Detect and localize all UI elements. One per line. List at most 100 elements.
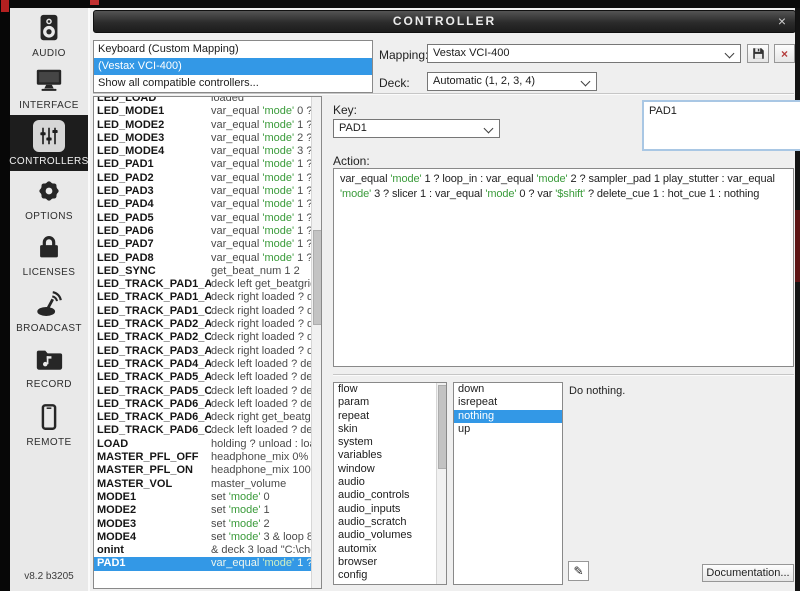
delete-x-icon: × <box>781 47 788 61</box>
key-row[interactable]: MODE1set 'mode' 0 <box>94 491 321 504</box>
key-row[interactable]: LED_TRACK_PAD2_C_Rdeck right loaded ? de <box>94 331 321 344</box>
scrollbar-thumb[interactable] <box>313 230 322 325</box>
sidebar-item-controllers[interactable]: CONTROLLERS <box>10 115 88 171</box>
script-verb-item[interactable]: isrepeat <box>454 396 562 409</box>
key-row[interactable]: LED_MODE3var_equal 'mode' 2 ? o <box>94 132 321 145</box>
key-row[interactable]: LED_LOADloaded <box>94 96 321 105</box>
script-verb-item[interactable]: nothing <box>454 410 562 423</box>
script-category-item[interactable]: window <box>334 463 446 476</box>
controller-listbox[interactable]: Keyboard (Custom Mapping)(Vestax VCI-400… <box>93 40 373 93</box>
background-app-accent <box>90 0 99 5</box>
script-category-item[interactable]: audio <box>334 476 446 489</box>
script-category-item[interactable]: flow <box>334 383 446 396</box>
key-row[interactable]: LED_TRACK_PAD4_A_Ldeck left loaded ? dec… <box>94 358 321 371</box>
key-row[interactable]: MODE3set 'mode' 2 <box>94 518 321 531</box>
key-mapping-list[interactable]: LED_LOADloadedLED_MODE1var_equal 'mode' … <box>93 96 322 589</box>
key-row[interactable]: LED_TRACK_PAD1_C_Rdeck right loaded ? de <box>94 305 321 318</box>
key-row[interactable]: LED_MODE1var_equal 'mode' 0 ? o <box>94 105 321 118</box>
category-list-scrollbar[interactable] <box>436 383 446 584</box>
edit-button[interactable]: ✎ <box>568 561 589 581</box>
sidebar-item-options[interactable]: OPTIONS <box>10 176 88 222</box>
separator <box>333 374 794 376</box>
delete-mapping-button[interactable]: × <box>774 44 795 63</box>
mixer-sliders-icon <box>37 124 61 148</box>
deck-dropdown[interactable]: Automatic (1, 2, 3, 4) <box>427 72 597 91</box>
sidebar-item-remote[interactable]: REMOTE <box>10 402 88 448</box>
key-row[interactable]: MODE4set 'mode' 3 & loop 8 <box>94 531 321 544</box>
key-row[interactable]: LED_PAD8var_equal 'mode' 1 ? lo <box>94 252 321 265</box>
sidebar-label: CONTROLLERS <box>9 156 88 167</box>
key-row[interactable]: LED_TRACK_PAD5_C_Ldeck left loaded ? dec… <box>94 385 321 398</box>
script-category-item[interactable]: param <box>334 396 446 409</box>
script-category-item[interactable]: config <box>334 569 446 582</box>
script-verb-item[interactable]: up <box>454 423 562 436</box>
key-row[interactable]: MODE2set 'mode' 1 <box>94 504 321 517</box>
mapping-dropdown[interactable]: Vestax VCI-400 <box>427 44 741 63</box>
script-category-item[interactable]: audio_scratch <box>334 516 446 529</box>
sidebar-item-broadcast[interactable]: BROADCAST <box>10 288 88 334</box>
script-category-item[interactable]: automix <box>334 543 446 556</box>
key-row[interactable]: LED_PAD6var_equal 'mode' 1 ? lo <box>94 225 321 238</box>
script-verb-list[interactable]: downisrepeatnothingup <box>453 382 563 585</box>
sidebar-label: RECORD <box>26 379 72 390</box>
key-row[interactable]: LED_TRACK_PAD1_A_Rdeck right loaded ? de <box>94 291 321 304</box>
scrollbar-thumb[interactable] <box>438 385 447 469</box>
key-row[interactable]: LED_TRACK_PAD6_A_Rdeck right get_beatgri… <box>94 411 321 424</box>
controller-list-item[interactable]: Keyboard (Custom Mapping) <box>94 41 372 58</box>
sidebar-label: OPTIONS <box>25 211 73 222</box>
key-row[interactable]: LED_TRACK_PAD2_A_Rdeck right loaded ? de <box>94 318 321 331</box>
key-row[interactable]: LED_MODE2var_equal 'mode' 1 ? o <box>94 119 321 132</box>
close-icon[interactable]: × <box>778 11 786 31</box>
script-category-list[interactable]: flowparamrepeatskinsystemvariableswindow… <box>333 382 447 585</box>
script-category-item[interactable]: skin <box>334 423 446 436</box>
verb-description: Do nothing. <box>569 385 789 397</box>
script-category-item[interactable]: audio_volumes <box>334 529 446 542</box>
save-icon <box>752 47 765 60</box>
settings-sidebar: AUDIO INTERFACE CO <box>10 8 90 591</box>
documentation-button[interactable]: Documentation... <box>702 564 794 582</box>
key-row[interactable]: LED_TRACK_PAD6_A_Ldeck left loaded ? dec… <box>94 398 321 411</box>
script-category-item[interactable]: system <box>334 436 446 449</box>
script-category-item[interactable]: browser <box>334 556 446 569</box>
sidebar-item-interface[interactable]: INTERFACE <box>10 65 88 111</box>
key-row[interactable]: LED_PAD1var_equal 'mode' 1 ? lo <box>94 158 321 171</box>
key-row[interactable]: LED_TRACK_PAD1_A_Ldeck left get_beatgrid… <box>94 278 321 291</box>
controller-list-item[interactable]: (Vestax VCI-400) <box>94 58 372 75</box>
key-row[interactable]: MASTER_PFL_OFFheadphone_mix 0% <box>94 451 321 464</box>
key-list-scrollbar[interactable] <box>311 97 321 588</box>
deck-label: Deck: <box>379 76 410 90</box>
key-row[interactable]: LED_SYNCget_beat_num 1 2 <box>94 265 321 278</box>
key-row[interactable]: LED_PAD5var_equal 'mode' 1 ? lo <box>94 212 321 225</box>
key-row[interactable]: LOADholding ? unload : load <box>94 438 321 451</box>
key-row[interactable]: onint& deck 3 load "C:\chea <box>94 544 321 557</box>
script-verb-item[interactable]: down <box>454 383 562 396</box>
key-learn-box[interactable]: PAD1 <box>642 100 800 151</box>
controller-list-item[interactable]: Show all compatible controllers... <box>94 75 372 92</box>
script-category-item[interactable]: repeat <box>334 410 446 423</box>
key-row[interactable]: PAD1var_equal 'mode' 1 ? lo <box>94 557 321 570</box>
sidebar-item-audio[interactable]: AUDIO <box>10 13 88 59</box>
script-category-item[interactable]: audio_controls <box>334 489 446 502</box>
monitor-icon <box>34 65 64 95</box>
sidebar-item-licenses[interactable]: LICENSES <box>10 232 88 278</box>
key-row[interactable]: LED_PAD3var_equal 'mode' 1 ? lo <box>94 185 321 198</box>
script-category-item[interactable]: audio_inputs <box>334 503 446 516</box>
key-row[interactable]: LED_MODE4var_equal 'mode' 3 ? o <box>94 145 321 158</box>
key-row[interactable]: LED_PAD2var_equal 'mode' 1 ? lo <box>94 172 321 185</box>
key-row[interactable]: LED_TRACK_PAD3_A_Rdeck right loaded ? de <box>94 345 321 358</box>
version-label: v8.2 b3205 <box>10 571 88 582</box>
dialog-title: CONTROLLER <box>393 14 496 28</box>
key-row[interactable]: MASTER_VOLmaster_volume <box>94 478 321 491</box>
window-edge-right <box>795 8 800 591</box>
action-script-editor[interactable]: var_equal 'mode' 1 ? loop_in : var_equal… <box>333 168 794 367</box>
key-row[interactable]: LED_TRACK_PAD6_C_Ldeck left loaded ? dec… <box>94 424 321 437</box>
key-dropdown[interactable]: PAD1 <box>333 119 500 138</box>
save-mapping-button[interactable] <box>747 44 769 63</box>
script-category-item[interactable]: variables <box>334 449 446 462</box>
tablet-icon <box>34 402 64 432</box>
key-row[interactable]: MASTER_PFL_ONheadphone_mix 100% <box>94 464 321 477</box>
key-row[interactable]: LED_PAD7var_equal 'mode' 1 ? lo <box>94 238 321 251</box>
key-row[interactable]: LED_PAD4var_equal 'mode' 1 ? lo <box>94 198 321 211</box>
key-row[interactable]: LED_TRACK_PAD5_A_Ldeck left loaded ? dec… <box>94 371 321 384</box>
sidebar-item-record[interactable]: RECORD <box>10 344 88 390</box>
